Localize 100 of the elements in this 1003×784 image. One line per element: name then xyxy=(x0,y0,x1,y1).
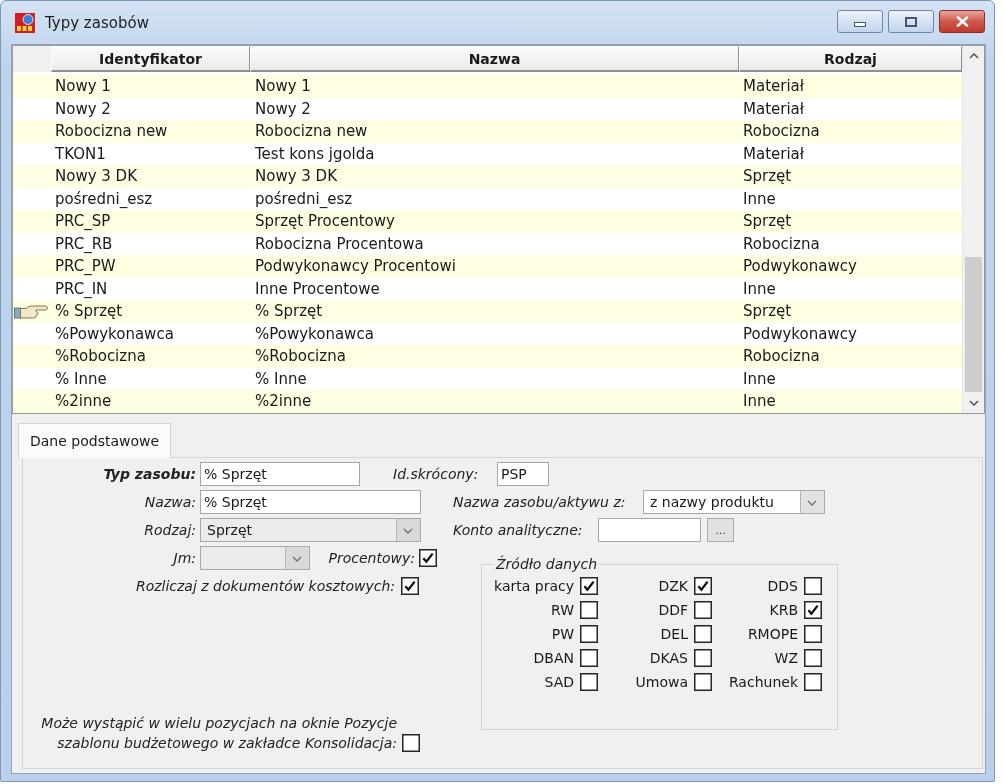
table-cell-text: pośredni_esz xyxy=(54,189,154,208)
table-row[interactable]: PRC_PW Podwykonawcy Procentowi Podwykonawcy xyxy=(13,255,962,278)
checkbox[interactable] xyxy=(580,625,598,643)
dropdown[interactable]: z nazwy produktu xyxy=(643,490,825,514)
scrollbar[interactable] xyxy=(962,46,984,413)
minimize-button[interactable] xyxy=(837,10,883,33)
table-cell-text: Nowy 2 xyxy=(54,99,112,118)
table-cell-text: PRC_SP xyxy=(54,212,112,231)
chevron-down-icon[interactable] xyxy=(968,400,979,406)
table-cell-text: Sprzęt Procentowy xyxy=(254,212,396,231)
checkbox[interactable] xyxy=(804,601,822,619)
checkbox[interactable] xyxy=(694,625,712,643)
checkbox[interactable] xyxy=(694,649,712,667)
table-cell-text: %2inne xyxy=(254,392,313,411)
table-cell-text: %Powykonawca xyxy=(254,324,375,343)
checkbox[interactable] xyxy=(402,734,420,752)
table-row[interactable]: %2inne %2inne Inne xyxy=(13,390,962,413)
checkbox[interactable] xyxy=(580,601,598,619)
table-cell-text: Inne Procentowe xyxy=(254,279,381,298)
checkbox[interactable] xyxy=(804,649,822,667)
caret-icon xyxy=(800,491,824,513)
table-cell-text: PRC_IN xyxy=(54,279,109,298)
table-cell-text: %2inne xyxy=(54,392,113,411)
column-header[interactable]: Identyfikator xyxy=(51,46,250,72)
table-row[interactable]: % Sprzęt % Sprzęt Sprzęt xyxy=(13,300,962,323)
field-label: Id.skrócony: xyxy=(393,466,480,482)
checkbox[interactable] xyxy=(419,549,437,567)
table-cell-text: % Sprzęt xyxy=(254,302,324,321)
table-cell-text: Sprzęt xyxy=(742,167,793,186)
tab[interactable]: Dane podstawowe xyxy=(18,423,172,458)
table-row[interactable]: PRC_SP Sprzęt Procentowy Sprzęt xyxy=(13,210,962,233)
checkbox[interactable] xyxy=(580,649,598,667)
checkbox-label: RW xyxy=(551,602,574,618)
checkbox[interactable] xyxy=(804,673,822,691)
column-header[interactable]: Rodzaj xyxy=(739,46,962,72)
scrollbar-thumb[interactable] xyxy=(965,257,982,392)
table-cell-text: Nowy 3 DK xyxy=(254,167,338,186)
checkbox[interactable] xyxy=(401,577,419,595)
table-cell-text: Podwykonawcy xyxy=(742,257,858,276)
field-label: Jm: xyxy=(170,550,196,566)
checkbox-label: WZ xyxy=(774,650,798,666)
table-cell-text: Robocizna Procentowa xyxy=(254,234,425,253)
text-field[interactable] xyxy=(598,518,701,542)
close-icon xyxy=(955,16,969,27)
table-cell-text: Test kons jgolda xyxy=(254,144,376,163)
checkbox[interactable] xyxy=(694,601,712,619)
table-cell-text: Nowy 1 xyxy=(54,77,112,96)
table-cell-text: % Sprzęt xyxy=(54,302,124,321)
table-cell-text: PRC_PW xyxy=(54,257,117,276)
field-label: Może wystąpić w wielu pozycjach na oknie Pozycje szablonu budżetowego w zakładce Konsolidacja: xyxy=(40,714,397,753)
checkbox[interactable] xyxy=(580,577,598,595)
table-cell-text: % Inne xyxy=(54,369,108,388)
browse-button[interactable]: ... xyxy=(707,518,734,542)
pointing-hand-icon xyxy=(14,303,48,320)
checkbox-label: DZK xyxy=(658,578,688,594)
maximize-button[interactable] xyxy=(888,10,934,33)
table-cell-text: % Inne xyxy=(254,369,308,388)
table-row[interactable]: Robocizna new Robocizna new Robocizna xyxy=(13,120,962,143)
table-cell-text: TKON1 xyxy=(54,144,107,163)
table-cell-text: %Robocizna xyxy=(54,347,147,366)
field-label: Rozliczaj z dokumentów kosztowych: xyxy=(134,578,395,594)
caret-icon xyxy=(396,519,420,541)
table-cell-text: Inne xyxy=(742,369,777,388)
table-cell-text: Podwykonawcy Procentowi xyxy=(254,257,457,276)
checkbox-label: SAD xyxy=(544,674,574,690)
checkbox-label: DBAN xyxy=(533,650,574,666)
table-row[interactable]: Nowy 1 Nowy 1 Materiał xyxy=(13,75,962,98)
checkbox[interactable] xyxy=(804,625,822,643)
window-title: Typy zasobów xyxy=(45,13,149,32)
table-cell-text: Materiał xyxy=(742,144,806,163)
checkbox[interactable] xyxy=(580,673,598,691)
table-cell-text: %Powykonawca xyxy=(54,324,175,343)
caret-icon xyxy=(285,547,309,569)
table-row[interactable]: Nowy 3 DK Nowy 3 DK Sprzęt xyxy=(13,165,962,188)
table-cell-text: %Robocizna xyxy=(254,347,347,366)
table-cell-text: Robocizna new xyxy=(54,122,169,141)
chevron-up-icon[interactable] xyxy=(968,53,979,59)
table-cell-text: Sprzęt xyxy=(742,212,793,231)
text-field[interactable]: PSP xyxy=(497,462,549,486)
checkbox-label: DKAS xyxy=(649,650,688,666)
column-header[interactable]: Nazwa xyxy=(250,46,739,72)
checkbox[interactable] xyxy=(804,577,822,595)
table-cell-text: Inne xyxy=(742,279,777,298)
text-field[interactable]: % Sprzęt xyxy=(200,490,421,514)
table-cell-text: Nowy 3 DK xyxy=(54,167,138,186)
field-label: Rodzaj: xyxy=(143,522,196,538)
checkbox-label: DEL xyxy=(660,626,688,642)
text-field[interactable]: % Sprzęt xyxy=(200,462,360,486)
table-row[interactable]: %Robocizna %Robocizna Robocizna xyxy=(13,345,962,368)
table-cell-text: Materiał xyxy=(742,99,806,118)
table-cell-text: PRC_RB xyxy=(54,234,114,253)
minimize-icon xyxy=(854,22,866,27)
close-button[interactable] xyxy=(939,10,985,33)
checkbox-label: Rachunek xyxy=(728,674,798,690)
checkbox[interactable] xyxy=(694,577,712,595)
table-cell-text: Nowy 1 xyxy=(254,77,312,96)
field-label: Procentowy: xyxy=(327,550,415,566)
field-label: Nazwa: xyxy=(143,494,196,510)
checkbox[interactable] xyxy=(694,673,712,691)
maximize-icon xyxy=(905,16,917,27)
